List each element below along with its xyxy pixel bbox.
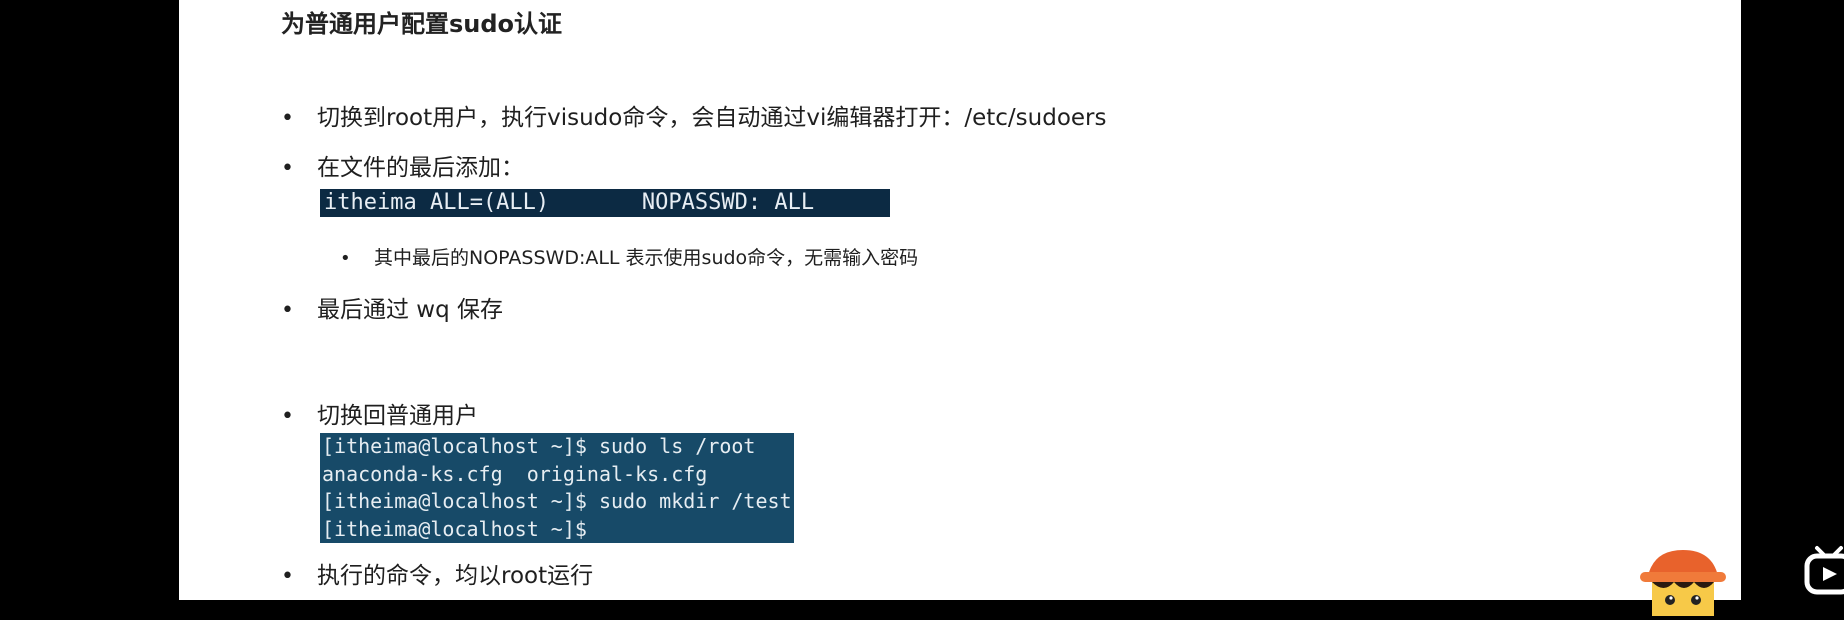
play-icon-svg: [1804, 546, 1844, 595]
bullet-save-wq: • 最后通过 wq 保存: [281, 290, 503, 324]
bullet-switch-root: • 切换到root用户，执行visudo命令，会自动通过vi编辑器打开：/etc/…: [281, 98, 1106, 132]
bullet-add-line: • 在文件的最后添加：: [281, 148, 524, 182]
bullet-dot: •: [281, 298, 294, 323]
bullet-text: 在文件的最后添加：: [317, 155, 524, 181]
slide-title: 为普通用户配置sudo认证: [281, 10, 563, 38]
bullet-text: 执行的命令，均以root运行: [317, 563, 594, 589]
bullet-dot: •: [281, 404, 294, 429]
cartoon-avatar-icon[interactable]: [1634, 546, 1732, 616]
terminal-output: [itheima@localhost ~]$ sudo ls /root ana…: [320, 433, 794, 543]
terminal-line: [itheima@localhost ~]$ sudo ls /root: [322, 434, 756, 458]
terminal-line: anaconda-ks.cfg original-ks.cfg: [322, 461, 708, 486]
bullet-run-as-root: • 执行的命令，均以root运行: [281, 556, 593, 590]
bullet-dot: •: [281, 564, 294, 589]
sub-bullet-nopasswd: • 其中最后的NOPASSWD:ALL 表示使用sudo命令，无需输入密码: [340, 243, 918, 270]
bullet-text: 切换到root用户，执行visudo命令，会自动通过vi编辑器打开：/etc/s…: [317, 105, 1107, 131]
terminal-line: [itheima@localhost ~]$ sudo mkdir /test: [322, 489, 792, 513]
play-icon[interactable]: [1803, 540, 1844, 600]
slide: 为普通用户配置sudo认证 • 切换到root用户，执行visudo命令，会自动通…: [179, 0, 1741, 600]
bullet-text: 最后通过 wq 保存: [317, 297, 504, 323]
bullet-switch-back: • 切换回普通用户: [281, 396, 478, 430]
bullet-dot: •: [340, 248, 351, 269]
bullet-text: 其中最后的NOPASSWD:ALL 表示使用sudo命令，无需输入密码: [374, 247, 919, 269]
bullet-text: 切换回普通用户: [317, 403, 478, 429]
terminal-line: [itheima@localhost ~]$: [322, 516, 587, 541]
cartoon-avatar-svg: [1640, 550, 1726, 616]
bullet-dot: •: [281, 106, 294, 131]
bullet-dot: •: [281, 156, 294, 181]
sudoers-code-line: itheima ALL=(ALL) NOPASSWD: ALL: [320, 189, 890, 217]
